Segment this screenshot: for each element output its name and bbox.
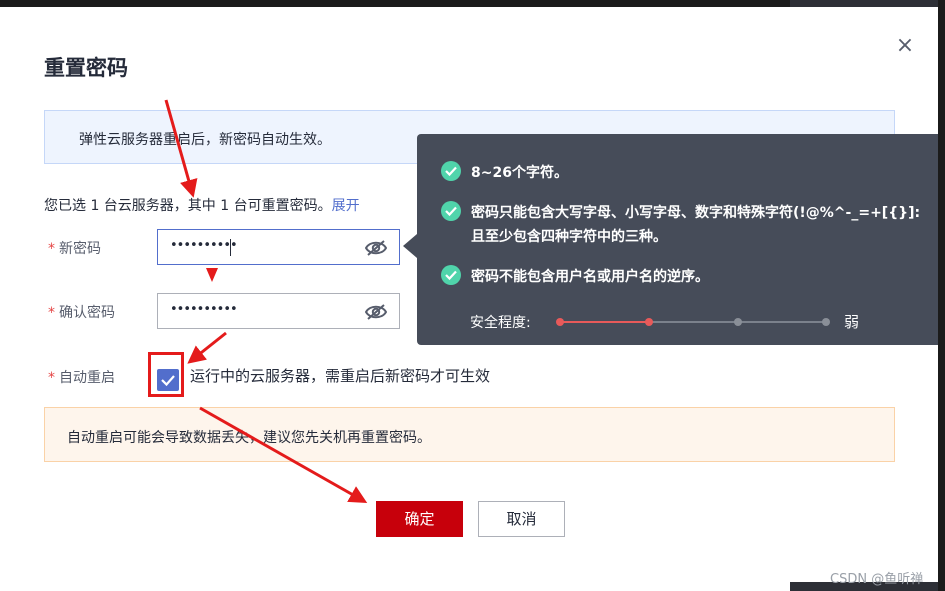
strength-dot-2 xyxy=(645,318,653,326)
text-caret xyxy=(230,239,231,256)
confirm-password-value: •••••••••• xyxy=(170,302,238,317)
dialog-title: 重置密码 xyxy=(44,56,128,80)
selected-text: 您已选 1 台云服务器，其中 1 台可重置密码。 xyxy=(44,198,332,214)
required-mark: * xyxy=(48,305,55,321)
new-password-value: •••••••••• xyxy=(170,238,238,253)
rule-text-line-2: 且至少包含四种字符中的三种。 xyxy=(471,229,667,245)
close-icon[interactable]: × xyxy=(892,33,918,59)
new-password-label: * 新密码 xyxy=(48,238,101,258)
required-mark: * xyxy=(48,370,55,386)
auto-restart-label: * 自动重启 xyxy=(48,367,115,387)
auto-restart-label-text: 自动重启 xyxy=(59,370,115,386)
ok-button[interactable]: 确定 xyxy=(376,501,463,537)
new-password-input[interactable]: •••••••••• xyxy=(157,229,400,265)
confirm-password-label-text: 确认密码 xyxy=(59,305,115,321)
warning-banner: 自动重启可能会导致数据丢失，建议您先关机再重置密码。 xyxy=(44,407,895,462)
check-circle-icon xyxy=(441,265,461,285)
strength-meter xyxy=(556,318,830,326)
required-mark: * xyxy=(48,241,55,257)
selected-summary: 您已选 1 台云服务器，其中 1 台可重置密码。展开 xyxy=(44,195,360,215)
expand-link[interactable]: 展开 xyxy=(332,198,360,214)
rule-text: 密码不能包含用户名或用户名的逆序。 xyxy=(471,269,709,285)
tooltip-arrow xyxy=(403,234,417,258)
annotation-highlight-box xyxy=(148,352,184,397)
strength-label: 安全程度: xyxy=(470,315,531,331)
check-circle-icon xyxy=(441,201,461,221)
screen-frame-right xyxy=(938,0,945,591)
strength-dot-1 xyxy=(556,318,564,326)
strength-dot-3 xyxy=(734,318,742,326)
eye-off-icon[interactable] xyxy=(365,239,387,257)
rule-text: 密码只能包含大写字母、小写字母、数字和特殊字符(!@%^-_=+[{}]: xyxy=(471,205,921,221)
info-text: 弹性云服务器重启后，新密码自动生效。 xyxy=(79,132,331,148)
watermark: CSDN @鱼听禅 xyxy=(830,572,924,587)
rule-text: 8~26个字符。 xyxy=(471,165,568,181)
auto-restart-text: 运行中的云服务器，需重启后新密码才可生效 xyxy=(190,367,491,385)
new-password-label-text: 新密码 xyxy=(59,241,101,257)
confirm-password-input[interactable]: •••••••••• xyxy=(157,293,400,329)
strength-dot-4 xyxy=(822,318,830,326)
eye-off-icon[interactable] xyxy=(365,303,387,321)
warning-text: 自动重启可能会导致数据丢失，建议您先关机再重置密码。 xyxy=(67,430,431,446)
strength-fill xyxy=(560,321,648,323)
strength-value: 弱 xyxy=(844,313,860,331)
check-circle-icon xyxy=(441,161,461,181)
cancel-button[interactable]: 取消 xyxy=(478,501,565,537)
confirm-password-label: * 确认密码 xyxy=(48,302,115,322)
password-rules-tooltip: 8~26个字符。 密码只能包含大写字母、小写字母、数字和特殊字符(!@%^-_=… xyxy=(417,134,945,345)
